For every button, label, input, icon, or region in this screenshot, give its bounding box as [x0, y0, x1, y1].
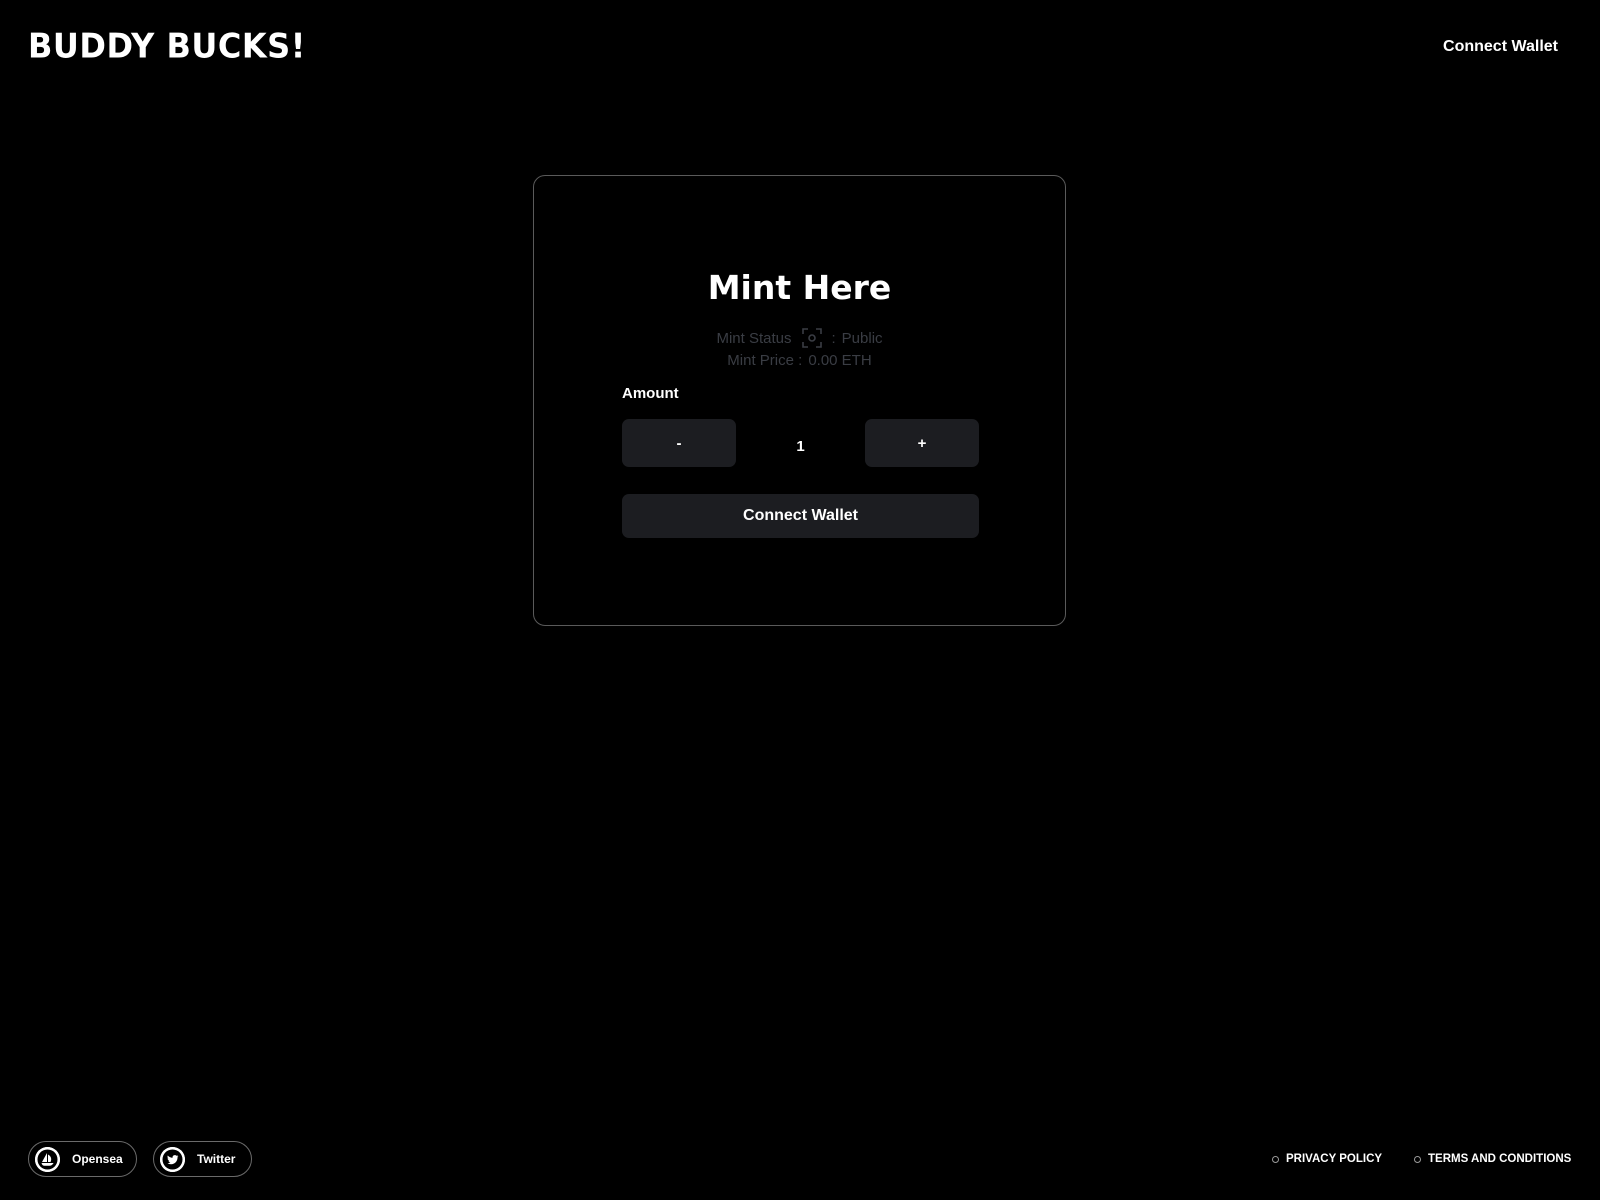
- increment-button[interactable]: +: [865, 419, 979, 467]
- mint-price-label: Mint Price :: [727, 352, 803, 369]
- opensea-link[interactable]: Opensea: [28, 1141, 137, 1177]
- header-connect-wallet-button[interactable]: Connect Wallet: [1443, 38, 1558, 56]
- twitter-icon: [160, 1146, 185, 1172]
- privacy-policy-label: PRIVACY POLICY: [1286, 1153, 1383, 1165]
- connect-wallet-button[interactable]: Connect Wallet: [622, 494, 979, 538]
- decrement-button[interactable]: -: [622, 419, 736, 467]
- bullet-icon: [1272, 1155, 1279, 1163]
- bullet-icon: [1414, 1155, 1421, 1163]
- mint-status-separator: :: [831, 329, 836, 347]
- opensea-label: Opensea: [72, 1152, 123, 1166]
- page: BUDDY BUCKS! Connect Wallet Mint Here Mi…: [0, 0, 1600, 1200]
- mint-status-label: Mint Status: [716, 329, 792, 347]
- site-logo[interactable]: BUDDY BUCKS!: [28, 26, 306, 66]
- privacy-policy-link[interactable]: PRIVACY POLICY: [1272, 1153, 1382, 1165]
- amount-label: Amount: [622, 385, 679, 402]
- opensea-icon: [35, 1146, 60, 1172]
- mint-status-row: Mint Status : Public: [534, 328, 1065, 348]
- mint-price-row: Mint Price : 0.00 ETH: [534, 352, 1065, 369]
- amount-value: 1: [796, 438, 805, 455]
- mint-card: Mint Here Mint Status : Public Mint Pric…: [533, 175, 1066, 626]
- mint-status-value: Public: [841, 329, 883, 347]
- twitter-label: Twitter: [197, 1152, 236, 1166]
- mint-price-value: 0.00 ETH: [808, 352, 872, 369]
- mint-title: Mint Here: [707, 268, 892, 307]
- terms-and-conditions-label: TERMS AND CONDITIONS: [1428, 1153, 1572, 1165]
- scan-icon: [801, 328, 822, 348]
- terms-and-conditions-link[interactable]: TERMS AND CONDITIONS: [1414, 1153, 1571, 1165]
- twitter-link[interactable]: Twitter: [153, 1141, 252, 1177]
